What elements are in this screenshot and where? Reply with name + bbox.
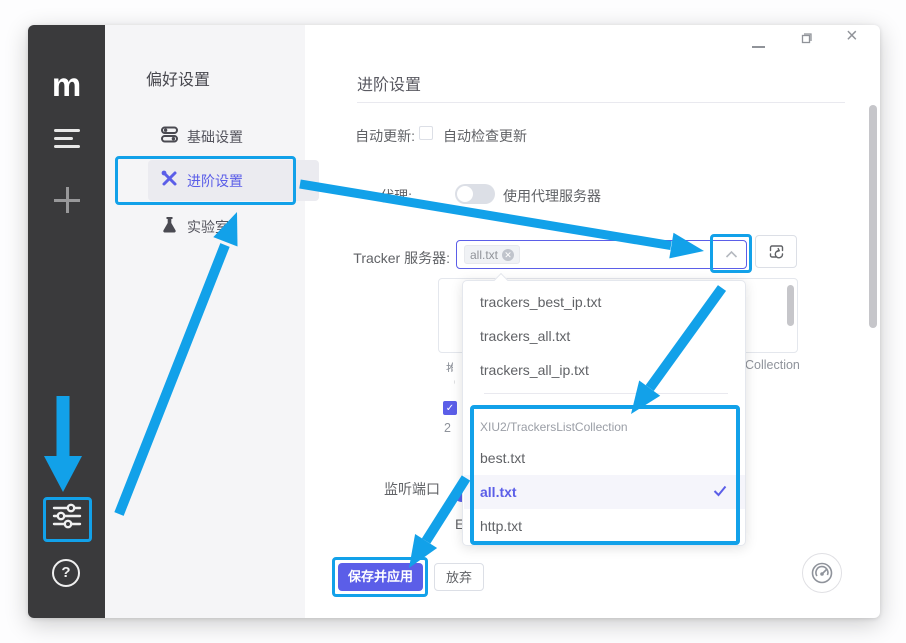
page-title: 进阶设置 [357,71,421,95]
close-button[interactable]: × [846,25,858,48]
speed-test-button[interactable] [802,553,842,593]
dropdown-option[interactable]: trackers_all_ip.txt [464,353,745,387]
speedometer-icon [809,560,835,586]
sync-icon [768,244,785,259]
preferences-icon[interactable] [52,502,82,530]
toggles-icon [161,126,178,143]
tracker-tag-label: all.txt [470,248,498,262]
dropdown-option[interactable]: trackers_all.txt [464,319,745,353]
help-text-fragment-right: Collection [745,358,800,372]
dropdown-option-selected[interactable]: all.txt [464,475,745,509]
help-icon[interactable]: ? [52,559,80,587]
help-text-fragment-line2: （ [446,372,455,386]
tracker-tag: all.txt ✕ [464,245,520,264]
tag-remove-icon[interactable]: ✕ [502,249,514,261]
dropdown-option-label: all.txt [480,484,517,500]
sync-text-fragment: 2 [444,421,451,435]
auto-sync-checkbox[interactable]: ✓ [443,401,457,415]
dropdown-option[interactable]: http.txt [464,509,745,543]
main-scrollbar[interactable] [869,105,877,328]
menu-item-label: 基础设置 [187,127,243,147]
save-apply-button[interactable]: 保存并应用 [338,563,423,591]
dropdown-divider [484,393,728,394]
preferences-menu: 偏好设置 基础设置 进阶设置 [105,25,305,618]
flask-icon [162,216,177,233]
auto-update-checkbox[interactable] [419,126,433,140]
dropdown-option[interactable]: best.txt [464,441,745,475]
dropdown-option[interactable]: trackers_best_ip.txt [464,285,745,319]
dropdown-group-header: XIU2/TrackersListCollection [480,420,628,434]
tools-icon [161,170,178,187]
menu-item-label: 进阶设置 [187,171,243,191]
app-window: m ? 偏好设置 [28,25,880,618]
task-list-icon[interactable] [50,123,83,156]
motrix-logo: m [38,67,95,103]
title-divider [357,102,845,103]
sidebar: m ? [28,25,105,618]
preferences-title: 偏好设置 [146,66,210,90]
discard-button[interactable]: 放弃 [434,563,484,591]
listen-port-label: 监听端口 [340,479,440,499]
proxy-toggle[interactable] [455,184,495,204]
tracker-select[interactable]: all.txt ✕ [456,240,747,269]
help-text-fragment-left: 推 [446,358,453,372]
restore-icon [800,31,814,45]
chevron-up-icon[interactable] [725,250,738,259]
textarea-scrollbar[interactable] [787,285,794,326]
check-icon [713,485,727,497]
minimize-button[interactable] [752,40,766,43]
auto-update-label: 自动更新: [298,126,415,146]
add-task-icon[interactable] [50,185,83,218]
proxy-label: 代理: [338,186,412,206]
proxy-toggle-label: 使用代理服务器 [503,186,601,206]
tracker-dropdown: trackers_best_ip.txt trackers_all.txt tr… [462,280,746,546]
menu-item-label: 实验室 [187,217,229,237]
maximize-button[interactable] [800,31,814,50]
tracker-label: Tracker 服务器: [328,248,450,268]
sync-trackers-button[interactable] [755,235,797,268]
auto-update-checkbox-label: 自动检查更新 [443,126,527,146]
